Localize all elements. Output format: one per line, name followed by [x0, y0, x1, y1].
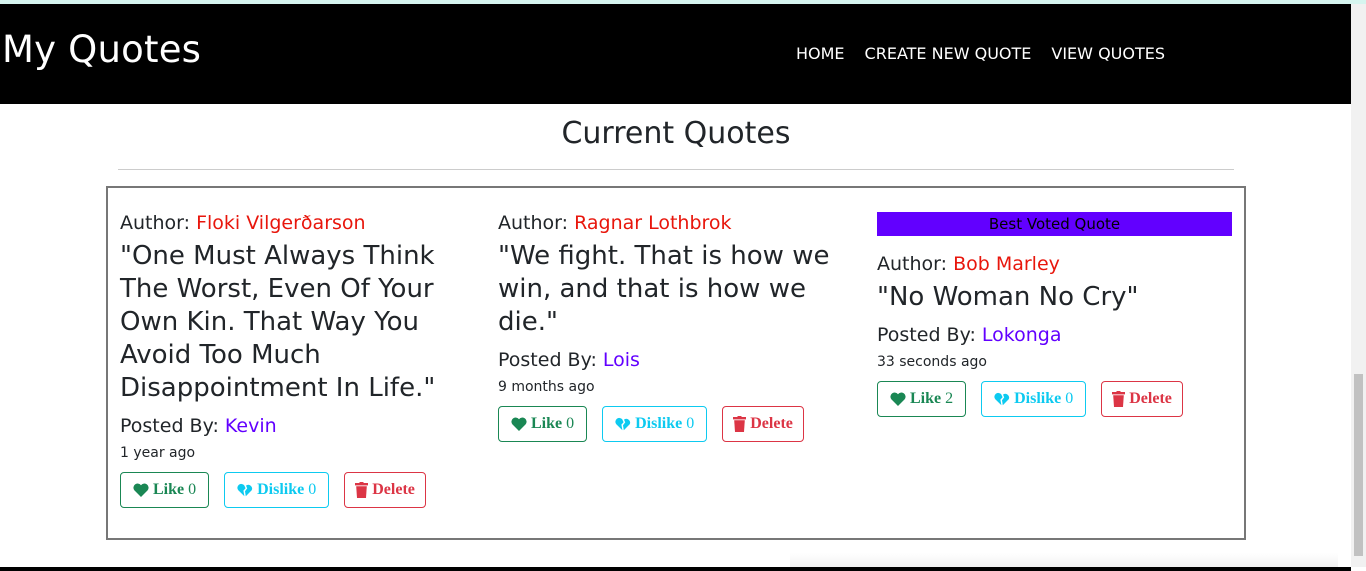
like-label: Like	[910, 390, 942, 407]
quote-author: Author: Floki Vilgerðarson	[120, 212, 480, 234]
broken-heart-icon	[615, 417, 631, 431]
dislike-count: 0	[1065, 390, 1074, 407]
quote-text: "One Must Always Think The Worst, Even O…	[120, 241, 436, 403]
scrollbar[interactable]	[1351, 4, 1366, 567]
posted-time: 9 months ago	[498, 379, 595, 395]
posted-by: Posted By: Kevin	[120, 415, 480, 437]
like-button[interactable]: Like 2	[877, 381, 967, 417]
bottom-shadow	[790, 553, 1338, 567]
delete-button[interactable]: Delete	[344, 472, 426, 508]
broken-heart-icon	[237, 483, 253, 497]
dislike-count: 0	[308, 481, 317, 498]
scrollbar-thumb[interactable]	[1354, 374, 1363, 556]
quote-actions: Like 2 Dislike 0 Delete	[877, 381, 1237, 417]
like-label: Like	[531, 415, 563, 432]
quote-text: "No Woman No Cry"	[877, 282, 1139, 312]
heart-icon	[133, 483, 149, 497]
like-label: Like	[153, 481, 185, 498]
quote-actions: Like 0 Dislike 0 Delete	[120, 472, 480, 508]
posted-label: Posted By:	[498, 349, 603, 371]
dislike-button[interactable]: Dislike 0	[224, 472, 330, 508]
delete-label: Delete	[372, 481, 415, 498]
dislike-count: 0	[686, 415, 695, 432]
author-name: Ragnar Lothbrok	[574, 212, 732, 234]
posted-time: 33 seconds ago	[877, 354, 987, 370]
nav-view-quotes-link[interactable]: VIEW QUOTES	[1051, 44, 1165, 63]
author-label: Author:	[120, 212, 197, 234]
quote-card: Author: Ragnar Lothbrok "We fight. That …	[498, 212, 858, 442]
nav-create-quote-link[interactable]: CREATE NEW QUOTE	[865, 44, 1032, 63]
nav-links: HOME CREATE NEW QUOTE VIEW QUOTES	[796, 44, 1165, 63]
trash-icon	[1112, 391, 1126, 407]
posted-label: Posted By:	[120, 415, 225, 437]
delete-button[interactable]: Delete	[1101, 381, 1183, 417]
delete-label: Delete	[1129, 390, 1172, 407]
nav-home-link[interactable]: HOME	[796, 44, 845, 63]
quotes-container: Author: Floki Vilgerðarson "One Must Alw…	[106, 186, 1246, 540]
author-label: Author:	[498, 212, 575, 234]
quote-card: Author: Floki Vilgerðarson "One Must Alw…	[120, 212, 480, 508]
posted-time: 1 year ago	[120, 445, 196, 461]
navbar: My Quotes HOME CREATE NEW QUOTE VIEW QUO…	[0, 4, 1351, 104]
poster-name: Lois	[602, 349, 640, 371]
dislike-button[interactable]: Dislike 0	[602, 406, 708, 442]
brand-title[interactable]: My Quotes	[2, 28, 201, 71]
quote-author: Author: Ragnar Lothbrok	[498, 212, 858, 234]
quote-author: Author: Bob Marley	[877, 253, 1237, 275]
like-count: 0	[566, 415, 575, 432]
posted-by: Posted By: Lokonga	[877, 324, 1237, 346]
delete-label: Delete	[750, 415, 793, 432]
dislike-label: Dislike	[635, 415, 683, 432]
trash-icon	[733, 416, 747, 432]
page-title: Current Quotes	[561, 116, 791, 151]
quote-actions: Like 0 Dislike 0 Delete	[498, 406, 858, 442]
like-button[interactable]: Like 0	[498, 406, 588, 442]
dislike-label: Dislike	[1014, 390, 1062, 407]
like-count: 2	[945, 390, 954, 407]
dislike-label: Dislike	[257, 481, 305, 498]
poster-name: Lokonga	[981, 324, 1062, 346]
footer-bar	[0, 567, 1351, 571]
like-count: 0	[188, 481, 197, 498]
divider	[118, 169, 1234, 170]
broken-heart-icon	[994, 392, 1010, 406]
heart-icon	[511, 417, 527, 431]
trash-icon	[355, 482, 369, 498]
posted-by: Posted By: Lois	[498, 349, 858, 371]
author-name: Floki Vilgerðarson	[196, 212, 366, 234]
poster-name: Kevin	[224, 415, 277, 437]
quote-text: "We fight. That is how we win, and that …	[498, 241, 830, 337]
author-name: Bob Marley	[953, 253, 1060, 275]
posted-label: Posted By:	[877, 324, 982, 346]
heart-icon	[890, 392, 906, 406]
author-label: Author:	[877, 253, 954, 275]
like-button[interactable]: Like 0	[120, 472, 210, 508]
delete-button[interactable]: Delete	[722, 406, 804, 442]
dislike-button[interactable]: Dislike 0	[981, 381, 1087, 417]
quote-card: Best Voted Quote Author: Bob Marley "No …	[877, 212, 1237, 417]
best-voted-badge: Best Voted Quote	[877, 212, 1232, 236]
